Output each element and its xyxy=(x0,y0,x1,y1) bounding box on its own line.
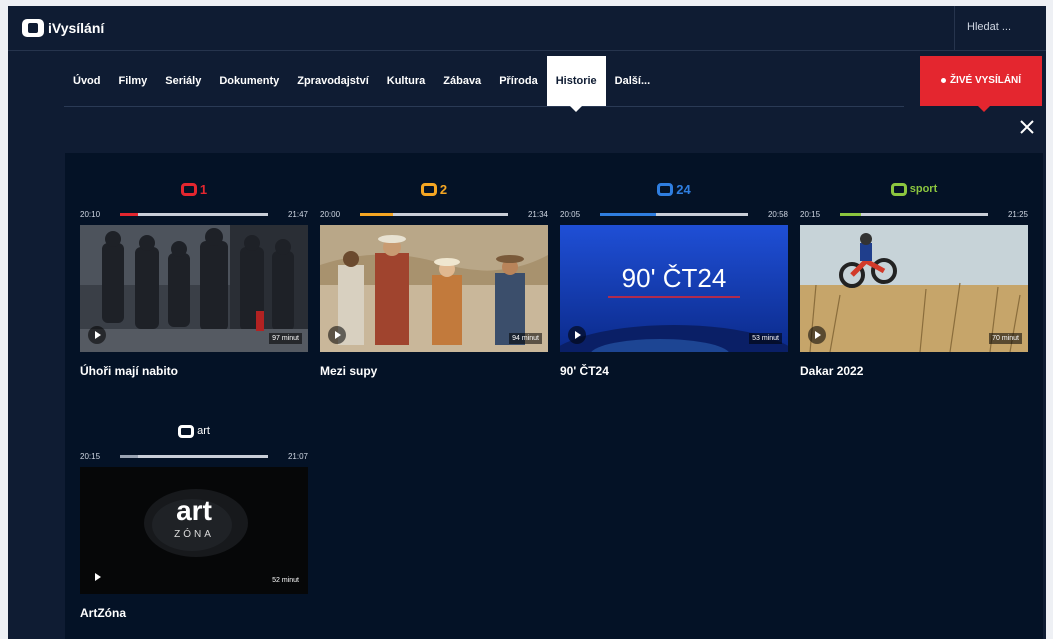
live-dot-icon xyxy=(940,77,946,83)
ct1-duration: 97 minut xyxy=(269,333,302,344)
channel-card-ctsport: sport 20:15 21:25 70 minut Dakar 2022 xyxy=(800,177,1028,378)
ct1-timeline: 20:10 21:47 xyxy=(80,207,308,221)
nav-item-priroda[interactable]: Příroda xyxy=(490,56,547,106)
ct1-logo-icon xyxy=(180,182,197,196)
ct2-logo-text: 2 xyxy=(439,181,448,197)
channel-card-ct2: 2 20:00 21:34 94 minut Mezi supy xyxy=(320,177,548,378)
ct1-end-time: 21:47 xyxy=(287,210,308,219)
ctsport-timeline: 20:15 21:25 xyxy=(800,207,1028,221)
ctart-timeline: 20:15 21:07 xyxy=(80,449,308,463)
ct24-timeline: 20:05 20:58 xyxy=(560,207,788,221)
ct24-logo: 24 xyxy=(560,177,788,201)
ctart-show-title[interactable]: ArtZóna xyxy=(80,606,308,620)
ctsport-play-icon[interactable] xyxy=(808,326,826,344)
ct24-end-time: 20:58 xyxy=(767,210,788,219)
ctsport-logo: sport xyxy=(800,177,1028,201)
ct24-show-title[interactable]: 90' ČT24 xyxy=(560,364,788,378)
close-icon[interactable] xyxy=(1018,118,1036,136)
ctsport-progress-fill xyxy=(840,213,861,216)
top-bar: iVysílání Hledat ... xyxy=(8,6,1046,51)
ctsport-end-time: 21:25 xyxy=(1007,210,1028,219)
ct24-logo-icon xyxy=(657,182,674,196)
ct2-duration: 94 minut xyxy=(509,333,542,344)
logo-text: iVysílání xyxy=(48,20,105,36)
ivysilani-logo[interactable]: iVysílání xyxy=(22,19,104,37)
ct2-logo-icon xyxy=(420,182,437,196)
nav-item-dalsi[interactable]: Další... xyxy=(606,56,659,106)
ctart-thumbnail-subtext: ZÓNA xyxy=(174,529,214,540)
nav-divider xyxy=(64,106,904,107)
ct2-show-title[interactable]: Mezi supy xyxy=(320,364,548,378)
ctart-duration: 52 minut xyxy=(272,577,299,584)
ctart-logo-icon xyxy=(178,424,195,438)
ctart-start-time: 20:15 xyxy=(80,452,101,461)
live-channels-panel: 1 20:10 21:47 97 minut Úhoři mají nabito… xyxy=(65,153,1043,639)
ct2-play-icon[interactable] xyxy=(328,326,346,344)
ctsport-logo-icon xyxy=(890,182,907,196)
nav-item-uvod[interactable]: Úvod xyxy=(64,56,110,106)
nav-item-dokumenty[interactable]: Dokumenty xyxy=(210,56,288,106)
ct1-logo-text: 1 xyxy=(199,181,208,197)
ctsport-start-time: 20:15 xyxy=(800,210,821,219)
ct2-end-time: 21:34 xyxy=(527,210,548,219)
app-window: iVysílání Hledat ... Úvod Filmy Seriály … xyxy=(8,6,1046,639)
ct24-progress-fill xyxy=(600,213,657,216)
nav-item-zabava[interactable]: Zábava xyxy=(434,56,490,106)
channel-card-ct1: 1 20:10 21:47 97 minut Úhoři mají nabito xyxy=(80,177,308,378)
ct2-timeline: 20:00 21:34 xyxy=(320,207,548,221)
channel-card-ct24: 24 20:05 20:58 90' ČT24 53 minut 90' ČT2… xyxy=(560,177,788,378)
live-broadcast-button[interactable]: ŽIVÉ VYSÍLÁNÍ xyxy=(920,56,1042,112)
nav-item-filmy[interactable]: Filmy xyxy=(110,56,157,106)
ctsport-duration: 70 minut xyxy=(989,333,1022,344)
ct24-progress-bar xyxy=(600,213,748,216)
ct24-duration: 53 minut xyxy=(749,333,782,344)
nav-item-zpravodajstvi[interactable]: Zpravodajství xyxy=(288,56,378,106)
ctsport-show-title[interactable]: Dakar 2022 xyxy=(800,364,1028,378)
main-nav: Úvod Filmy Seriály Dokumenty Zpravodajst… xyxy=(64,56,1044,112)
ct24-play-icon[interactable] xyxy=(568,326,586,344)
search-input[interactable]: Hledat ... xyxy=(954,6,1046,51)
ctart-thumbnail-text: art xyxy=(176,495,212,526)
ctsport-progress-bar xyxy=(840,213,988,216)
ctart-progress-fill xyxy=(120,455,138,458)
nav-item-kultura[interactable]: Kultura xyxy=(378,56,435,106)
ct1-show-title[interactable]: Úhoři mají nabito xyxy=(80,364,308,378)
ct24-thumbnail[interactable]: 90' ČT24 53 minut xyxy=(560,225,788,352)
ct1-play-icon[interactable] xyxy=(88,326,106,344)
live-button-label: ŽIVÉ VYSÍLÁNÍ xyxy=(949,75,1022,86)
ct1-progress-fill xyxy=(120,213,138,216)
ct24-thumbnail-text: 90' ČT24 xyxy=(621,263,727,293)
ctart-thumbnail[interactable]: art ZÓNA 52 minut xyxy=(80,467,308,594)
ctsport-thumbnail[interactable]: 70 minut xyxy=(800,225,1028,352)
ctsport-logo-text: sport xyxy=(909,183,938,195)
ctart-progress-bar xyxy=(120,455,268,458)
ct2-progress-fill xyxy=(360,213,393,216)
ctart-logo-text: art xyxy=(197,425,210,437)
ct1-logo: 1 xyxy=(80,177,308,201)
ct1-thumbnail[interactable]: 97 minut xyxy=(80,225,308,352)
nav-item-historie[interactable]: Historie xyxy=(546,56,606,112)
ct24-start-time: 20:05 xyxy=(560,210,581,219)
ctart-end-time: 21:07 xyxy=(287,452,308,461)
channel-card-ctart: art 20:15 21:07 art ZÓNA 52 minut ArtZón… xyxy=(80,419,308,620)
ct2-start-time: 20:00 xyxy=(320,210,341,219)
ct24-logo-text: 24 xyxy=(676,181,691,197)
ct1-start-time: 20:10 xyxy=(80,210,101,219)
ctart-logo: art xyxy=(80,419,308,443)
ct2-logo: 2 xyxy=(320,177,548,201)
ct2-thumbnail[interactable]: 94 minut xyxy=(320,225,548,352)
ct1-progress-bar xyxy=(120,213,268,216)
ctart-play-icon[interactable] xyxy=(88,568,106,586)
ct2-progress-bar xyxy=(360,213,508,216)
nav-item-serialy[interactable]: Seriály xyxy=(156,56,210,106)
ct-logo-icon xyxy=(22,19,44,37)
